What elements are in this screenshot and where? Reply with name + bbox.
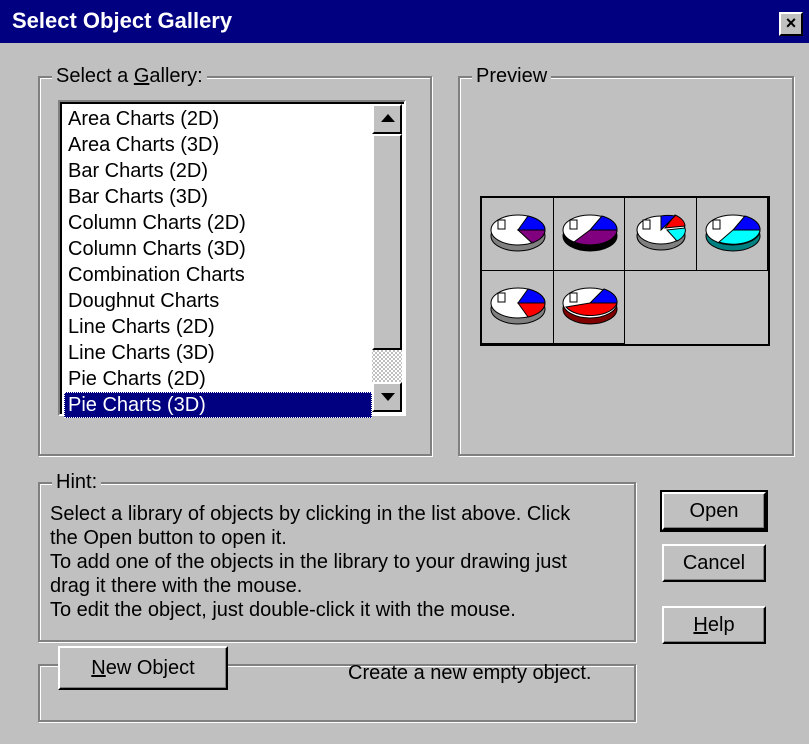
pie-3d-red-icon: [562, 287, 618, 325]
pie-3d-red-blue-icon: [490, 287, 546, 325]
cancel-button[interactable]: Cancel: [662, 544, 766, 582]
gallery-list-item[interactable]: Pie Charts (3D): [64, 392, 372, 418]
arrow-up-icon: [381, 114, 395, 122]
pie-chart-thumbnail[interactable]: [482, 271, 554, 344]
gallery-list-item[interactable]: Area Charts (2D): [64, 106, 372, 132]
gallery-list-item[interactable]: Doughnut Charts: [64, 288, 372, 314]
pie-3d-purple-icon: [490, 214, 546, 252]
help-button[interactable]: Help: [662, 606, 766, 644]
pie-3d-cyan-red-icon: [636, 214, 686, 251]
gallery-list-item[interactable]: Combination Charts: [64, 262, 372, 288]
hint-group: Hint: Select a library of objects by cli…: [38, 470, 636, 642]
hint-line: drag it there with the mouse.: [50, 575, 303, 597]
title-bar: Select Object Gallery ×: [0, 0, 809, 43]
close-button[interactable]: ×: [779, 12, 803, 36]
gallery-list-item[interactable]: Column Charts (3D): [64, 236, 372, 262]
hint-text: Select a library of objects by clicking …: [50, 502, 610, 622]
hint-line: To edit the object, just double-click it…: [50, 599, 516, 621]
pie-chart-thumbnail[interactable]: [482, 198, 554, 271]
window-title: Select Object Gallery: [12, 8, 233, 33]
empty-cell: [625, 271, 697, 344]
open-button[interactable]: Open: [660, 490, 768, 532]
gallery-listbox[interactable]: Area Charts (2D) Area Charts (3D) Bar Char…: [58, 100, 406, 418]
gallery-list-item[interactable]: Bar Charts (2D): [64, 158, 372, 184]
gallery-list-item[interactable]: Line Charts (2D): [64, 314, 372, 340]
scroll-up-button[interactable]: [372, 104, 402, 134]
vertical-scrollbar[interactable]: [372, 104, 402, 412]
gallery-list[interactable]: Area Charts (2D) Area Charts (3D) Bar Char…: [64, 106, 372, 418]
scroll-thumb[interactable]: [372, 134, 402, 350]
gallery-list-item[interactable]: Column Charts (2D): [64, 210, 372, 236]
pie-3d-cyan-icon: [705, 214, 761, 252]
pie-chart-thumbnail[interactable]: [625, 198, 697, 271]
new-object-button[interactable]: New Object: [58, 646, 228, 690]
gallery-list-item[interactable]: Area Charts (3D): [64, 132, 372, 158]
arrow-down-icon: [381, 393, 395, 401]
scroll-down-button[interactable]: [372, 382, 402, 412]
hint-line: the Open button to open it.: [50, 527, 287, 549]
gallery-legend: Select a Gallery:: [52, 64, 207, 88]
pie-3d-dark-purple-icon: [562, 214, 618, 252]
gallery-list-item[interactable]: Bar Charts (3D): [64, 184, 372, 210]
hint-line: To add one of the objects in the library…: [50, 551, 567, 573]
hint-line: Select a library of objects by clicking …: [50, 503, 571, 525]
pie-chart-thumbnail[interactable]: [696, 198, 768, 271]
hint-legend: Hint:: [52, 470, 102, 494]
preview-legend: Preview: [472, 64, 552, 88]
pie-chart-thumbnail[interactable]: [553, 271, 625, 344]
close-icon: ×: [785, 13, 797, 33]
preview-grid: [480, 196, 770, 346]
pie-chart-thumbnail[interactable]: [553, 198, 625, 271]
empty-cell: [697, 271, 769, 344]
gallery-list-item[interactable]: Line Charts (3D): [64, 340, 372, 366]
new-object-description: Create a new empty object.: [348, 662, 592, 684]
gallery-list-item[interactable]: Pie Charts (2D): [64, 366, 372, 392]
